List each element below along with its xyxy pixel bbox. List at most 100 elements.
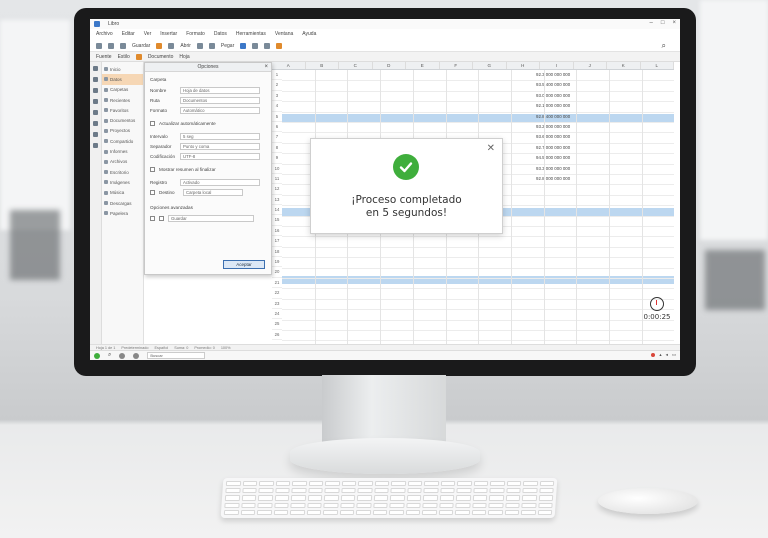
tree-item-active[interactable]: Datos bbox=[102, 74, 143, 85]
option-checkbox[interactable] bbox=[159, 216, 164, 221]
tree-item[interactable]: Compartido bbox=[102, 136, 143, 146]
files-icon[interactable] bbox=[133, 352, 140, 359]
search-icon[interactable]: ⌕ bbox=[108, 352, 111, 359]
menu-item[interactable]: Herramientas bbox=[236, 31, 266, 37]
tree-item[interactable]: Proyectos bbox=[102, 126, 143, 136]
encoding-select[interactable]: UTF-8 bbox=[180, 153, 260, 160]
close-icon[interactable]: × bbox=[264, 64, 268, 70]
separator-select[interactable]: Punto y coma bbox=[180, 143, 260, 150]
row-header[interactable]: 8 bbox=[272, 143, 282, 154]
folder-icon[interactable] bbox=[93, 77, 98, 82]
row-header[interactable]: 23 bbox=[272, 299, 282, 309]
file-icon[interactable] bbox=[93, 88, 98, 93]
tree-item[interactable]: Archivos bbox=[102, 157, 143, 167]
row-header[interactable]: 1 bbox=[272, 70, 282, 81]
menu-item[interactable]: Ventana bbox=[275, 31, 293, 37]
undo-icon[interactable] bbox=[196, 42, 203, 49]
settings-icon[interactable] bbox=[119, 352, 126, 359]
tree-item[interactable]: Papelera bbox=[102, 208, 143, 218]
start-icon[interactable] bbox=[94, 352, 100, 359]
column-header[interactable]: I bbox=[540, 62, 574, 69]
tree-item[interactable]: Imágenes bbox=[102, 177, 143, 187]
row-header[interactable]: 7 bbox=[272, 132, 282, 143]
row-header[interactable]: 16 bbox=[272, 226, 282, 237]
interval-field[interactable]: 5 seg bbox=[180, 133, 260, 140]
notification-icon[interactable] bbox=[651, 353, 656, 357]
format-icon[interactable] bbox=[135, 53, 142, 60]
share-icon[interactable] bbox=[93, 110, 98, 115]
row-header[interactable]: 22 bbox=[272, 288, 282, 299]
row-header[interactable]: 13 bbox=[272, 195, 282, 206]
print-icon[interactable] bbox=[120, 42, 126, 49]
menu-item[interactable]: Editar bbox=[122, 31, 135, 37]
menu-item[interactable]: Ver bbox=[144, 31, 152, 37]
menu-item[interactable]: Insertar bbox=[160, 31, 177, 37]
row-header[interactable]: 19 bbox=[272, 257, 282, 268]
tree-item[interactable]: Inicio bbox=[102, 64, 143, 74]
tree-item[interactable]: Informes bbox=[102, 146, 143, 156]
column-header[interactable]: C bbox=[339, 62, 373, 69]
cloud-icon[interactable] bbox=[93, 132, 98, 137]
summary-checkbox[interactable] bbox=[150, 167, 155, 172]
column-header[interactable]: G bbox=[473, 62, 507, 69]
column-header[interactable]: F bbox=[440, 62, 473, 69]
toolbar2-label[interactable]: Fuente bbox=[96, 54, 112, 60]
row-header[interactable]: 10 bbox=[272, 164, 282, 174]
close-icon[interactable]: ✕ bbox=[487, 143, 495, 154]
minimize-icon[interactable]: – bbox=[650, 20, 653, 26]
row-header[interactable]: 2 bbox=[272, 80, 282, 91]
menu-item[interactable]: Archivo bbox=[96, 31, 113, 37]
tree-item[interactable]: Favoritos bbox=[102, 105, 143, 115]
row-header[interactable]: 6 bbox=[272, 122, 282, 133]
toolbar2-label[interactable]: Hoja bbox=[179, 54, 189, 60]
paste-icon[interactable] bbox=[156, 42, 163, 49]
open-icon[interactable] bbox=[108, 42, 114, 49]
row-header[interactable]: 5 bbox=[272, 112, 282, 122]
auto-update-checkbox[interactable] bbox=[150, 121, 155, 126]
menu-item[interactable]: Datos bbox=[214, 31, 227, 37]
row-header[interactable]: 9 bbox=[272, 153, 282, 164]
row-header[interactable]: 17 bbox=[272, 236, 282, 247]
column-header[interactable]: J bbox=[574, 62, 607, 69]
redo-icon[interactable] bbox=[208, 42, 215, 49]
toolbar2-label[interactable]: Documento bbox=[148, 54, 174, 60]
maximize-icon[interactable]: □ bbox=[661, 20, 665, 26]
chart-icon[interactable] bbox=[240, 42, 247, 49]
name-field[interactable]: Hoja de datos bbox=[180, 87, 260, 94]
toolbar-label[interactable]: Abrir bbox=[180, 43, 191, 49]
row-header[interactable]: 11 bbox=[272, 174, 282, 185]
option-checkbox[interactable] bbox=[150, 216, 155, 221]
checkbox-row[interactable]: Actualizar automáticamente bbox=[150, 121, 216, 126]
home-icon[interactable] bbox=[93, 66, 98, 71]
tree-item[interactable]: Recientes bbox=[102, 95, 143, 105]
destination-checkbox[interactable] bbox=[150, 190, 155, 195]
network-icon[interactable]: ▴ bbox=[659, 352, 661, 358]
taskbar-search-input[interactable]: Buscar bbox=[147, 352, 206, 359]
checkbox-row[interactable]: Mostrar resumen al finalizar bbox=[150, 167, 216, 172]
close-icon[interactable]: × bbox=[672, 20, 676, 26]
save-icon[interactable] bbox=[96, 42, 102, 49]
row-header[interactable]: 21 bbox=[272, 278, 282, 289]
row-header[interactable]: 18 bbox=[272, 247, 282, 258]
battery-icon[interactable]: ▭ bbox=[672, 352, 676, 358]
sort-icon[interactable] bbox=[264, 42, 271, 49]
toolbar-label[interactable]: Guardar bbox=[132, 43, 150, 49]
search-icon[interactable]: ⌕ bbox=[662, 41, 666, 51]
menu-item[interactable]: Ayuda bbox=[302, 31, 316, 37]
row-header[interactable]: 4 bbox=[272, 101, 282, 112]
column-header[interactable]: H bbox=[507, 62, 540, 69]
tree-item[interactable]: Música bbox=[102, 188, 143, 198]
image-icon[interactable] bbox=[276, 42, 283, 49]
row-header[interactable]: 20 bbox=[272, 267, 282, 278]
format-select[interactable]: Automático bbox=[180, 107, 260, 114]
filter-icon[interactable] bbox=[252, 42, 259, 49]
toolbar2-label[interactable]: Estilo bbox=[118, 54, 130, 60]
row-header[interactable]: 15 bbox=[272, 215, 282, 226]
volume-icon[interactable]: ◂ bbox=[666, 352, 668, 358]
ok-button[interactable]: Aceptar bbox=[223, 260, 265, 269]
column-header[interactable]: D bbox=[373, 62, 406, 69]
log-select[interactable]: Activado bbox=[180, 179, 260, 186]
menu-item[interactable]: Formato bbox=[186, 31, 205, 37]
option-field[interactable]: Guardar bbox=[168, 215, 254, 222]
column-header[interactable]: A bbox=[272, 62, 306, 69]
